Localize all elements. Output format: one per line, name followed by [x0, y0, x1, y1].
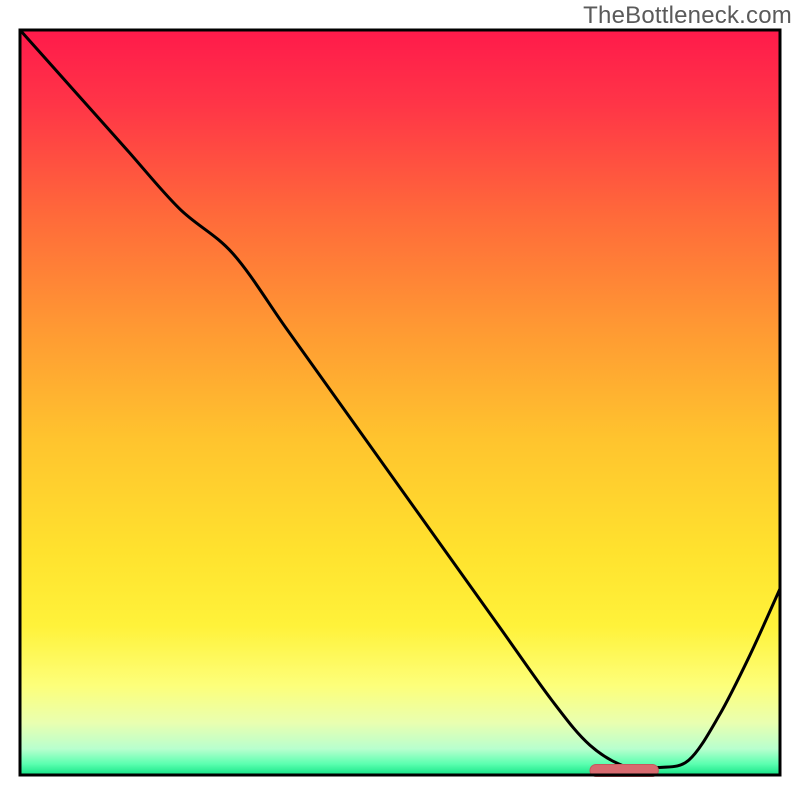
heat-gradient-background: [20, 30, 780, 775]
watermark-text: TheBottleneck.com: [583, 2, 792, 30]
chart-stage: TheBottleneck.com: [0, 0, 800, 800]
bottleneck-chart: [0, 0, 800, 800]
